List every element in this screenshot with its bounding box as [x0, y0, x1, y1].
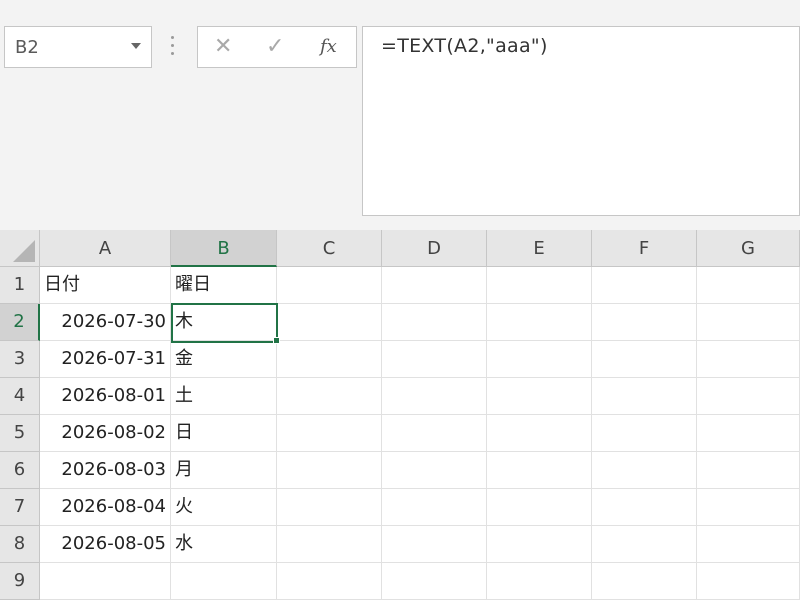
- cell-c4[interactable]: [277, 378, 382, 415]
- cell-f3[interactable]: [592, 341, 697, 378]
- cell-c7[interactable]: [277, 489, 382, 526]
- cell-a6[interactable]: 2026-08-03: [40, 452, 171, 489]
- cell-e7[interactable]: [487, 489, 592, 526]
- cell-c3[interactable]: [277, 341, 382, 378]
- cell-d7[interactable]: [382, 489, 487, 526]
- column-header-a[interactable]: A: [40, 230, 171, 267]
- cell-d1[interactable]: [382, 267, 487, 304]
- cell-f6[interactable]: [592, 452, 697, 489]
- row-header-1[interactable]: 1: [0, 267, 40, 304]
- cell-e3[interactable]: [487, 341, 592, 378]
- cell-c9[interactable]: [277, 563, 382, 600]
- cell-d6[interactable]: [382, 452, 487, 489]
- cell-b2[interactable]: 木: [171, 304, 277, 341]
- row-header-5[interactable]: 5: [0, 415, 40, 452]
- cell-a4[interactable]: 2026-08-01: [40, 378, 171, 415]
- cell-g3[interactable]: [697, 341, 800, 378]
- column-header-g[interactable]: G: [697, 230, 800, 267]
- insert-function-icon[interactable]: fx: [320, 36, 337, 58]
- cell-g7[interactable]: [697, 489, 800, 526]
- cell-b8[interactable]: 水: [171, 526, 277, 563]
- formula-bar-area: B2 ✕ ✓ fx =TEXT(A2,"aaa"): [0, 0, 800, 230]
- cell-d2[interactable]: [382, 304, 487, 341]
- cell-g9[interactable]: [697, 563, 800, 600]
- cell-b5[interactable]: 日: [171, 415, 277, 452]
- cell-b1[interactable]: 曜日: [171, 267, 277, 304]
- name-box-value: B2: [15, 37, 39, 58]
- cell-e4[interactable]: [487, 378, 592, 415]
- cell-a8[interactable]: 2026-08-05: [40, 526, 171, 563]
- row-header-8[interactable]: 8: [0, 526, 40, 563]
- cell-b6[interactable]: 月: [171, 452, 277, 489]
- formula-input[interactable]: =TEXT(A2,"aaa"): [362, 26, 800, 216]
- row-header-7[interactable]: 7: [0, 489, 40, 526]
- row-header-3[interactable]: 3: [0, 341, 40, 378]
- cell-e6[interactable]: [487, 452, 592, 489]
- cell-f4[interactable]: [592, 378, 697, 415]
- cell-d5[interactable]: [382, 415, 487, 452]
- cell-e9[interactable]: [487, 563, 592, 600]
- cell-a7[interactable]: 2026-08-04: [40, 489, 171, 526]
- cell-b3[interactable]: 金: [171, 341, 277, 378]
- column-header-f[interactable]: F: [592, 230, 697, 267]
- cell-d9[interactable]: [382, 563, 487, 600]
- select-all-triangle-icon: [13, 240, 35, 262]
- cell-g2[interactable]: [697, 304, 800, 341]
- column-header-d[interactable]: D: [382, 230, 487, 267]
- row-header-4[interactable]: 4: [0, 378, 40, 415]
- cell-g6[interactable]: [697, 452, 800, 489]
- cell-g4[interactable]: [697, 378, 800, 415]
- cell-a2[interactable]: 2026-07-30: [40, 304, 171, 341]
- cell-d8[interactable]: [382, 526, 487, 563]
- column-header-b[interactable]: B: [171, 230, 277, 267]
- formula-text: =TEXT(A2,"aaa"): [381, 35, 548, 57]
- cell-f8[interactable]: [592, 526, 697, 563]
- cancel-icon[interactable]: ✕: [214, 35, 232, 59]
- column-header-c[interactable]: C: [277, 230, 382, 267]
- cell-e5[interactable]: [487, 415, 592, 452]
- cell-a3[interactable]: 2026-07-31: [40, 341, 171, 378]
- fill-handle[interactable]: [273, 337, 280, 344]
- cell-d4[interactable]: [382, 378, 487, 415]
- row-header-2[interactable]: 2: [0, 304, 40, 341]
- cell-c1[interactable]: [277, 267, 382, 304]
- cell-g5[interactable]: [697, 415, 800, 452]
- cell-f9[interactable]: [592, 563, 697, 600]
- formula-bar-splitter[interactable]: [171, 36, 175, 58]
- cell-g1[interactable]: [697, 267, 800, 304]
- row-header-6[interactable]: 6: [0, 452, 40, 489]
- row-header-9[interactable]: 9: [0, 563, 40, 600]
- cell-f5[interactable]: [592, 415, 697, 452]
- cell-b9[interactable]: [171, 563, 277, 600]
- enter-check-icon[interactable]: ✓: [266, 35, 284, 59]
- chevron-down-icon[interactable]: [131, 43, 141, 49]
- cell-e1[interactable]: [487, 267, 592, 304]
- spreadsheet-grid: A B C D E F G 1 日付 曜日 2 2026-07-30 木 3 2026-07-31 金 4 202…: [0, 230, 800, 600]
- column-header-e[interactable]: E: [487, 230, 592, 267]
- name-box[interactable]: B2: [4, 26, 152, 68]
- formula-actions: ✕ ✓ fx: [197, 26, 357, 68]
- cell-c5[interactable]: [277, 415, 382, 452]
- cell-f7[interactable]: [592, 489, 697, 526]
- cell-g8[interactable]: [697, 526, 800, 563]
- select-all-button[interactable]: [0, 230, 40, 267]
- cell-e2[interactable]: [487, 304, 592, 341]
- cell-b7[interactable]: 火: [171, 489, 277, 526]
- cell-c2[interactable]: [277, 304, 382, 341]
- cell-a5[interactable]: 2026-08-02: [40, 415, 171, 452]
- cell-f1[interactable]: [592, 267, 697, 304]
- cell-a9[interactable]: [40, 563, 171, 600]
- cell-c8[interactable]: [277, 526, 382, 563]
- cell-b4[interactable]: 土: [171, 378, 277, 415]
- cell-a1[interactable]: 日付: [40, 267, 171, 304]
- cell-e8[interactable]: [487, 526, 592, 563]
- cell-f2[interactable]: [592, 304, 697, 341]
- cell-c6[interactable]: [277, 452, 382, 489]
- cell-d3[interactable]: [382, 341, 487, 378]
